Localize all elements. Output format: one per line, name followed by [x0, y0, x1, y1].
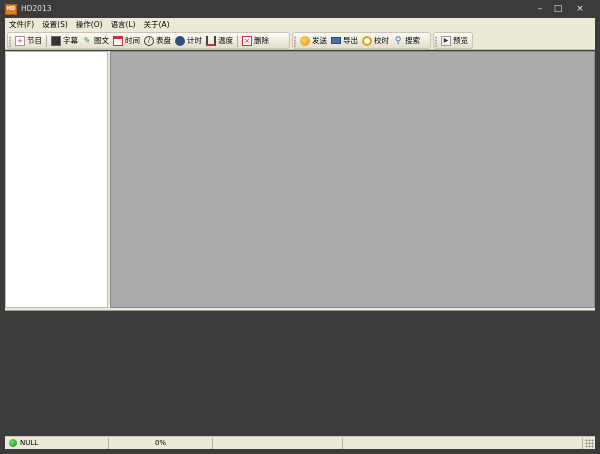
status-bar: NULL 0%: [5, 436, 595, 449]
status-indicator-icon: [9, 438, 17, 447]
menu-settings[interactable]: 设置(S): [38, 18, 72, 31]
graphic-text-button[interactable]: ✎ 图文: [80, 33, 111, 48]
delete-button[interactable]: × 删除: [240, 33, 271, 48]
magnifier-icon: ⚲: [394, 35, 402, 46]
preview-button[interactable]: ▶ 预览: [439, 33, 470, 48]
delete-label: 删除: [254, 36, 269, 45]
menu-language[interactable]: 语言(L): [107, 18, 140, 31]
toolbar-group-edit: + 节目 字幕 ✎ 图文 时间 / 表盘 计时 温度 × 删除: [7, 32, 290, 49]
export-button[interactable]: 导出: [329, 33, 360, 48]
toolbar: + 节目 字幕 ✎ 图文 时间 / 表盘 计时 温度 × 删除 发送 导出 校时…: [5, 31, 595, 50]
program-label: 节目: [27, 36, 42, 45]
export-label: 导出: [343, 36, 358, 45]
delete-icon: ×: [242, 35, 252, 46]
connection-status-text: NULL: [20, 439, 39, 447]
search-label: 搜索: [405, 36, 420, 45]
calendar-icon: [113, 35, 123, 46]
close-button[interactable]: ×: [571, 2, 589, 16]
toolbar-grip[interactable]: [435, 36, 437, 47]
connection-status: NULL: [5, 438, 109, 449]
progress-status: 0%: [109, 438, 213, 449]
menu-file[interactable]: 文件(F): [5, 18, 38, 31]
screen-canvas[interactable]: [110, 51, 595, 308]
timer-button[interactable]: 计时: [173, 33, 204, 48]
send-icon: [300, 35, 310, 46]
time-button[interactable]: 时间: [111, 33, 142, 48]
toolbar-separator: [46, 34, 47, 47]
image-edit-icon: ✎: [83, 35, 91, 45]
status-cell-empty-2: [343, 438, 583, 449]
timer-label: 计时: [187, 36, 202, 45]
toolbar-group-preview: ▶ 预览: [433, 32, 473, 49]
search-button[interactable]: ⚲ 搜索: [391, 33, 422, 48]
progress-text: 0%: [154, 439, 167, 447]
graphic-text-label: 图文: [94, 36, 109, 45]
export-icon: [331, 37, 341, 44]
window-title: HD2013: [21, 4, 52, 13]
time-label: 时间: [125, 36, 140, 45]
app-window: HD HD2013 – □ × 文件(F) 设置(S) 操作(O) 语言(L) …: [0, 0, 600, 454]
resize-grip[interactable]: [585, 439, 594, 448]
properties-panel[interactable]: [5, 312, 595, 436]
alarm-clock-icon: [362, 35, 372, 46]
play-icon: ▶: [441, 35, 451, 46]
program-button[interactable]: + 节目: [13, 33, 44, 48]
toolbar-separator: [237, 34, 238, 47]
dial-button[interactable]: / 表盘: [142, 33, 173, 48]
sync-time-label: 校时: [374, 36, 389, 45]
thermometer-icon: [206, 35, 216, 46]
clock-dial-icon: /: [144, 35, 154, 46]
maximize-button[interactable]: □: [549, 2, 567, 16]
send-button[interactable]: 发送: [298, 33, 329, 48]
toolbar-grip[interactable]: [294, 36, 296, 47]
document-icon: +: [15, 35, 25, 46]
temperature-label: 温度: [218, 36, 233, 45]
title-bar: HD HD2013 – □ ×: [0, 0, 600, 18]
dial-label: 表盘: [156, 36, 171, 45]
status-cell-empty-1: [213, 438, 343, 449]
toolbar-grip[interactable]: [9, 36, 11, 47]
preview-label: 预览: [453, 36, 468, 45]
menu-about[interactable]: 关于(A): [140, 18, 174, 31]
send-label: 发送: [312, 36, 327, 45]
app-logo-icon: HD: [5, 4, 17, 15]
sync-time-button[interactable]: 校时: [360, 33, 391, 48]
program-tree-panel[interactable]: [5, 51, 108, 308]
horizontal-splitter[interactable]: [5, 308, 595, 311]
stopwatch-icon: [175, 35, 185, 46]
subtitle-button[interactable]: 字幕: [49, 33, 80, 48]
toolbar-group-transfer: 发送 导出 校时 ⚲ 搜索: [292, 32, 431, 49]
menu-bar: 文件(F) 设置(S) 操作(O) 语言(L) 关于(A): [5, 18, 595, 31]
text-screen-icon: [51, 35, 61, 46]
temperature-button[interactable]: 温度: [204, 33, 235, 48]
menu-operation[interactable]: 操作(O): [72, 18, 107, 31]
subtitle-label: 字幕: [63, 36, 78, 45]
minimize-button[interactable]: –: [531, 2, 549, 16]
